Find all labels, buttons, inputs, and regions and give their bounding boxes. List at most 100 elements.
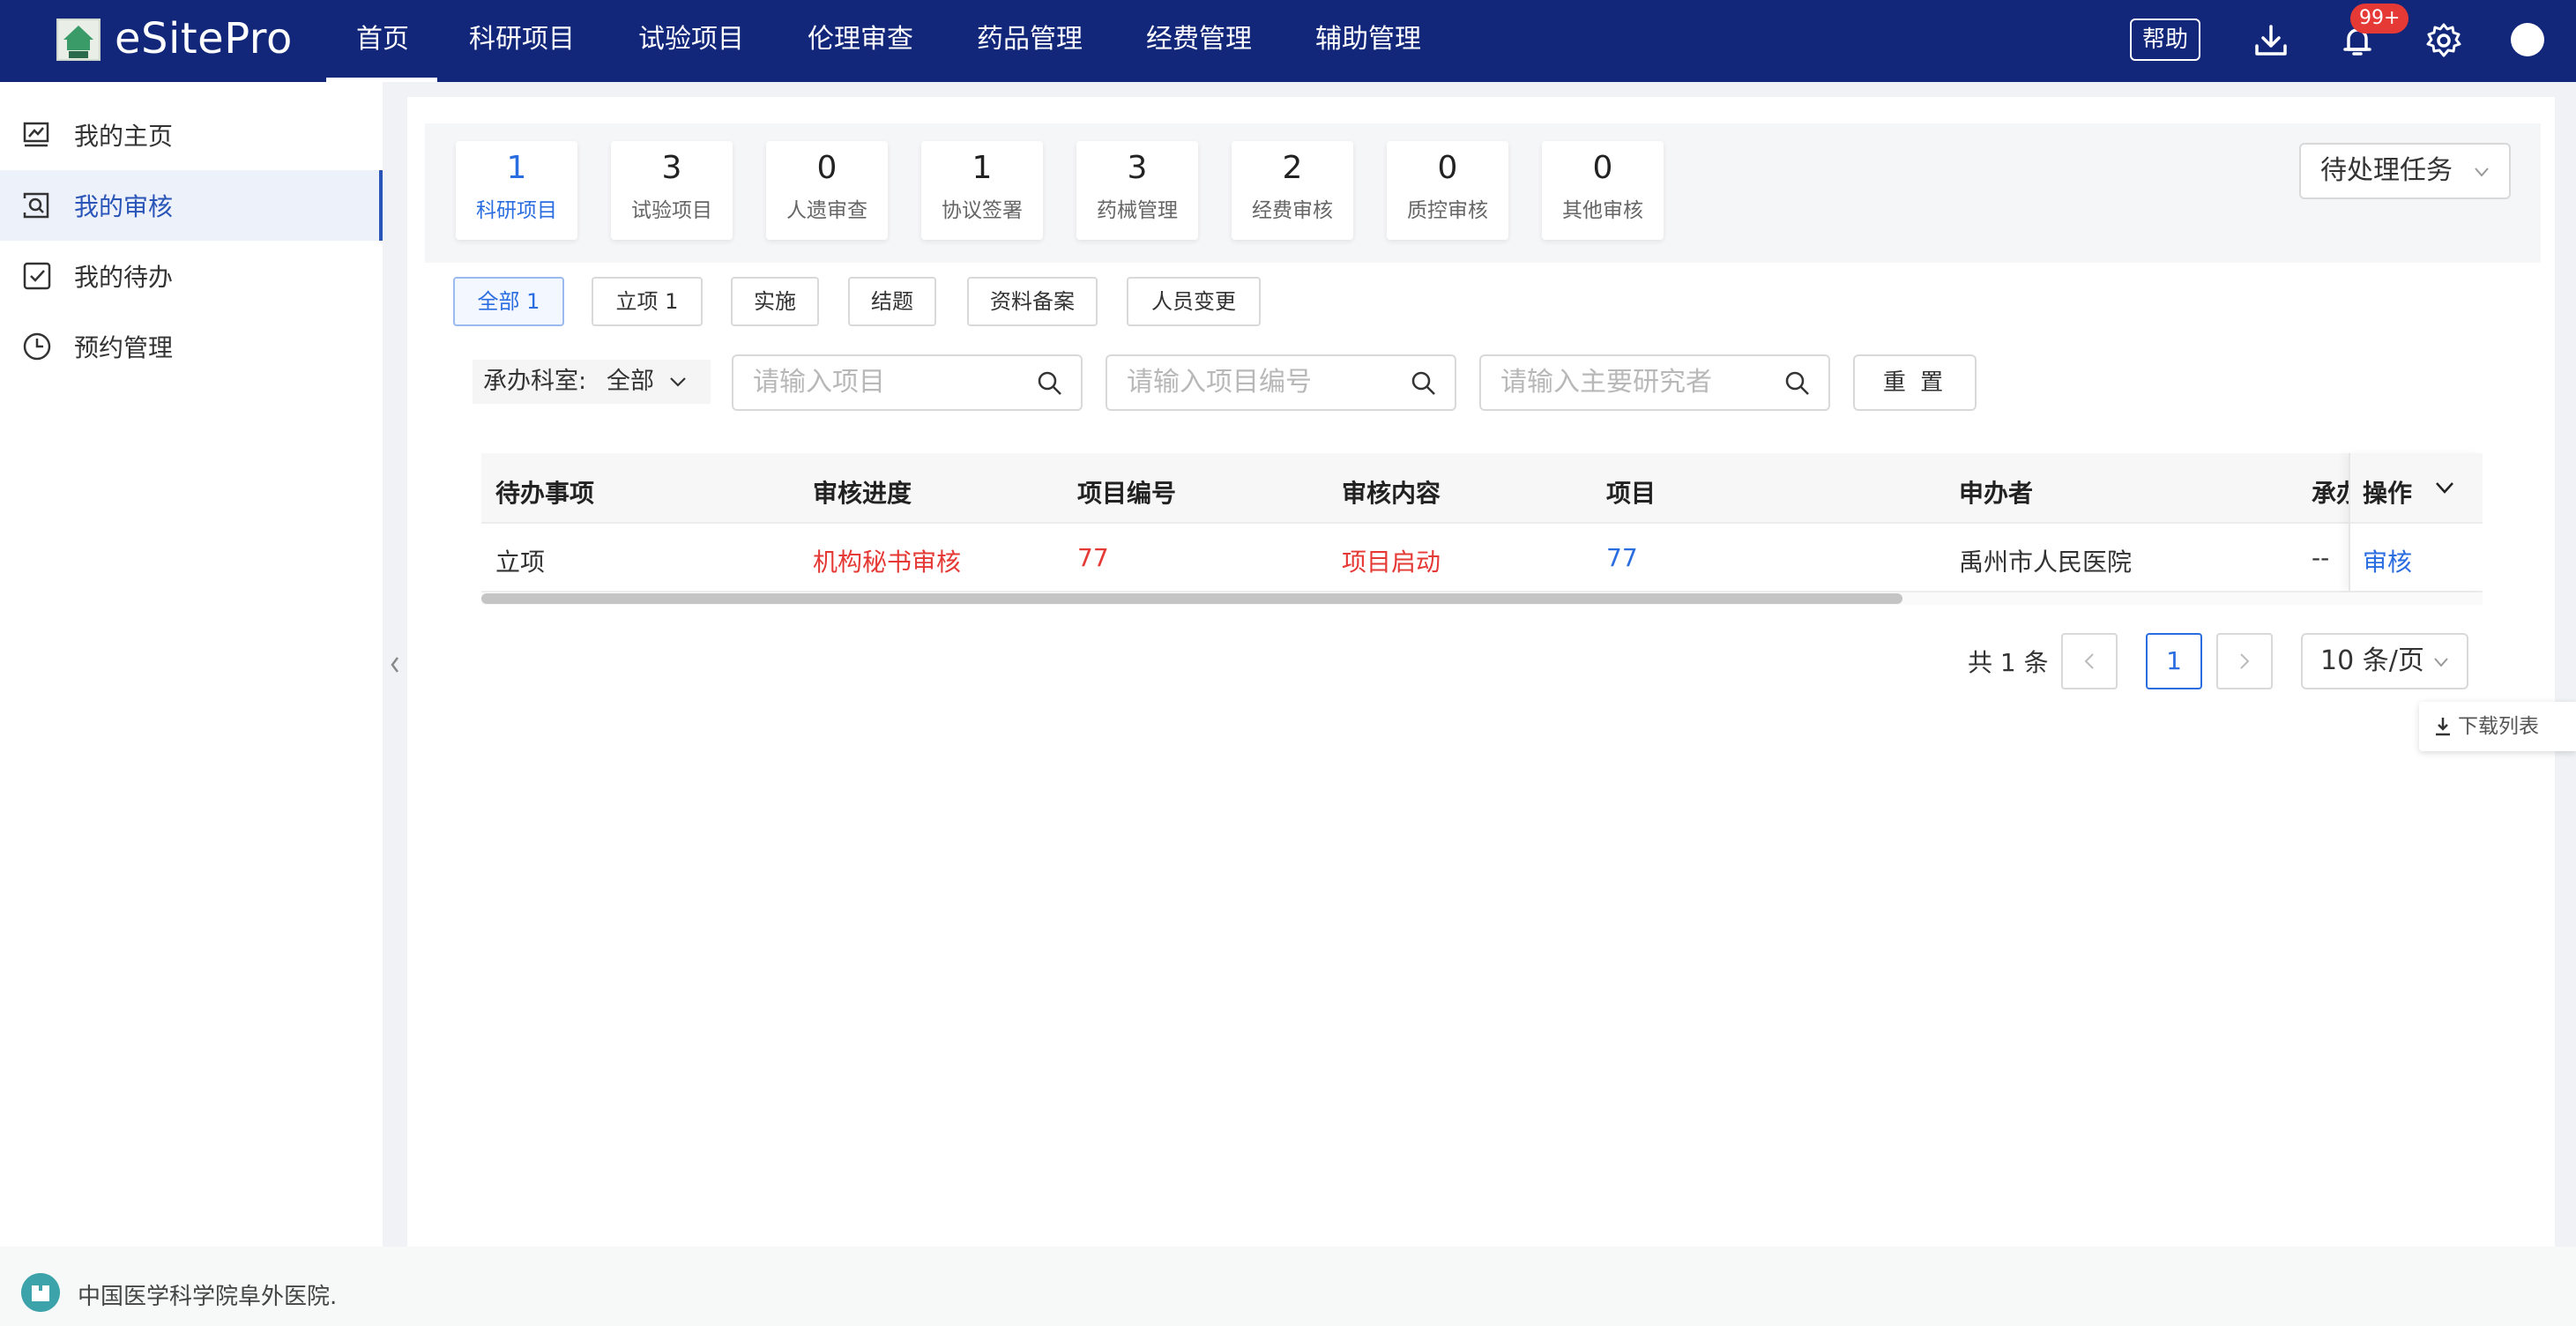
task-type-select[interactable]: 待处理任务	[2299, 143, 2511, 199]
nav-auxiliary-management[interactable]: 辅助管理	[1284, 0, 1453, 82]
stat-count: 0	[816, 150, 838, 186]
task-type-value: 待处理任务	[2320, 155, 2453, 186]
review-icon	[23, 192, 49, 219]
stat-card-quality[interactable]: 0 质控审核	[1387, 141, 1508, 240]
table-horizontal-scrollbar[interactable]	[481, 593, 1902, 604]
project-code-search-box	[1106, 354, 1456, 411]
stat-count: 3	[661, 150, 682, 186]
stat-count: 2	[1282, 150, 1303, 186]
search-icon[interactable]	[1037, 370, 1063, 397]
footer-org-name: 中国医学科学院阜外医院.	[78, 1284, 338, 1310]
hospital-logo-icon	[21, 1273, 60, 1312]
collapse-sidebar-chevron-icon[interactable]	[383, 644, 407, 686]
stat-card-agreement[interactable]: 1 协议签署	[921, 141, 1043, 240]
stat-card-trial[interactable]: 3 试验项目	[611, 141, 733, 240]
review-action-link[interactable]: 审核	[2363, 543, 2412, 578]
column-header-action[interactable]: 操作	[2363, 474, 2412, 510]
column-header-sponsor[interactable]: 申办者	[1959, 474, 2033, 510]
app-title: eSitePro	[115, 14, 293, 63]
main-nav: 首页 科研项目 试验项目 伦理审查 药品管理 经费管理 辅助管理	[326, 0, 1453, 82]
filter-tab-personnel-change[interactable]: 人员变更	[1127, 277, 1261, 326]
project-search-box	[732, 354, 1083, 411]
reset-button[interactable]: 重 置	[1853, 354, 1977, 411]
cell-todo: 立项	[495, 548, 546, 577]
sidebar-item-my-review[interactable]: 我的审核	[0, 170, 383, 241]
table-header	[481, 453, 2483, 524]
sidebar-item-my-todo[interactable]: 我的待办	[0, 241, 383, 311]
download-list-label: 下载列表	[2458, 715, 2539, 738]
chevron-left-icon	[2084, 653, 2094, 669]
notification-badge: 99+	[2350, 4, 2409, 34]
download-list-button[interactable]: 下载列表	[2419, 702, 2576, 751]
column-header-project-code[interactable]: 项目编号	[1077, 474, 1176, 510]
cell-review-content: 项目启动	[1342, 548, 1441, 577]
download-icon[interactable]	[2252, 21, 2290, 60]
sidebar-item-my-home[interactable]: 我的主页	[0, 100, 383, 170]
column-header-review-content[interactable]: 审核内容	[1342, 474, 1441, 510]
column-header-progress[interactable]: 审核进度	[813, 474, 912, 510]
sidebar-item-label: 我的待办	[74, 263, 174, 292]
nav-funding-management[interactable]: 经费管理	[1114, 0, 1284, 82]
sidebar-item-label: 我的主页	[74, 122, 174, 151]
page-scroll-gutter	[2555, 97, 2576, 1247]
stat-card-other[interactable]: 0 其他审核	[1542, 141, 1664, 240]
sidebar-item-label: 我的审核	[74, 192, 174, 221]
user-avatar[interactable]	[2511, 23, 2544, 56]
dashboard-icon	[23, 122, 49, 147]
search-icon[interactable]	[1411, 370, 1437, 397]
page-number-button[interactable]: 1	[2146, 633, 2202, 689]
column-header-todo[interactable]: 待办事项	[495, 474, 594, 510]
help-button[interactable]: 帮助	[2130, 19, 2200, 61]
stat-count: 1	[972, 150, 993, 186]
prev-page-button[interactable]	[2061, 633, 2118, 689]
stat-label: 协议签署	[942, 199, 1023, 222]
filter-tab-implementation[interactable]: 实施	[731, 277, 819, 326]
stat-label: 其他审核	[1562, 199, 1643, 222]
stat-label: 药械管理	[1097, 199, 1178, 222]
sidebar: 我的主页 我的审核 我的待办 预约管理	[0, 82, 383, 1247]
nav-ethics-review[interactable]: 伦理审查	[776, 0, 945, 82]
gear-icon[interactable]	[2424, 21, 2463, 60]
nav-research-projects[interactable]: 科研项目	[437, 0, 607, 82]
stat-label: 经费审核	[1252, 199, 1333, 222]
stat-count: 0	[1437, 150, 1458, 186]
nav-drug-management[interactable]: 药品管理	[945, 0, 1114, 82]
stat-card-funding[interactable]: 2 经费审核	[1232, 141, 1353, 240]
cell-department: --	[2312, 543, 2330, 572]
cell-progress: 机构秘书审核	[813, 548, 962, 577]
project-search-input[interactable]	[753, 356, 1035, 407]
stat-card-research[interactable]: 1 科研项目	[456, 141, 577, 240]
stat-label: 人遗审查	[786, 199, 867, 222]
app-logo-icon[interactable]	[56, 19, 101, 61]
investigator-search-input[interactable]	[1500, 356, 1783, 407]
footer	[0, 1247, 2576, 1326]
chevron-down-icon	[2434, 658, 2448, 667]
department-value: 全部	[607, 368, 654, 395]
search-icon[interactable]	[1784, 370, 1811, 397]
next-page-button[interactable]	[2216, 633, 2273, 689]
nav-trial-projects[interactable]: 试验项目	[607, 0, 776, 82]
download-icon	[2436, 718, 2450, 736]
chevron-right-icon	[2240, 653, 2250, 669]
stat-label: 科研项目	[476, 199, 557, 222]
stat-card-drug-device[interactable]: 3 药械管理	[1076, 141, 1198, 240]
stat-count: 0	[1592, 150, 1613, 186]
department-select[interactable]: 承办科室: 全部	[473, 360, 711, 404]
cell-project-link[interactable]: 77	[1606, 543, 1638, 572]
filter-tab-archive[interactable]: 资料备案	[967, 277, 1098, 326]
filter-tab-initiation[interactable]: 立项 1	[592, 277, 703, 326]
top-navigation-bar: eSitePro 首页 科研项目 试验项目 伦理审查 药品管理 经费管理 辅助管…	[0, 0, 2576, 82]
nav-home[interactable]: 首页	[326, 0, 437, 82]
page-size-value: 10 条/页	[2320, 645, 2424, 676]
project-code-search-input[interactable]	[1127, 356, 1409, 407]
sidebar-item-appointments[interactable]: 预约管理	[0, 311, 383, 382]
stat-card-genetic-review[interactable]: 0 人遗审查	[766, 141, 888, 240]
column-header-project[interactable]: 项目	[1606, 474, 1656, 510]
pagination-total: 共 1 条	[1968, 648, 2049, 677]
page-size-select[interactable]: 10 条/页	[2301, 633, 2468, 689]
checkbox-icon	[23, 262, 51, 290]
filter-tab-all[interactable]: 全部 1	[453, 277, 564, 326]
filter-tab-closure[interactable]: 结题	[848, 277, 936, 326]
department-label: 承办科室:	[483, 368, 587, 395]
chevron-down-icon[interactable]	[2433, 476, 2456, 499]
